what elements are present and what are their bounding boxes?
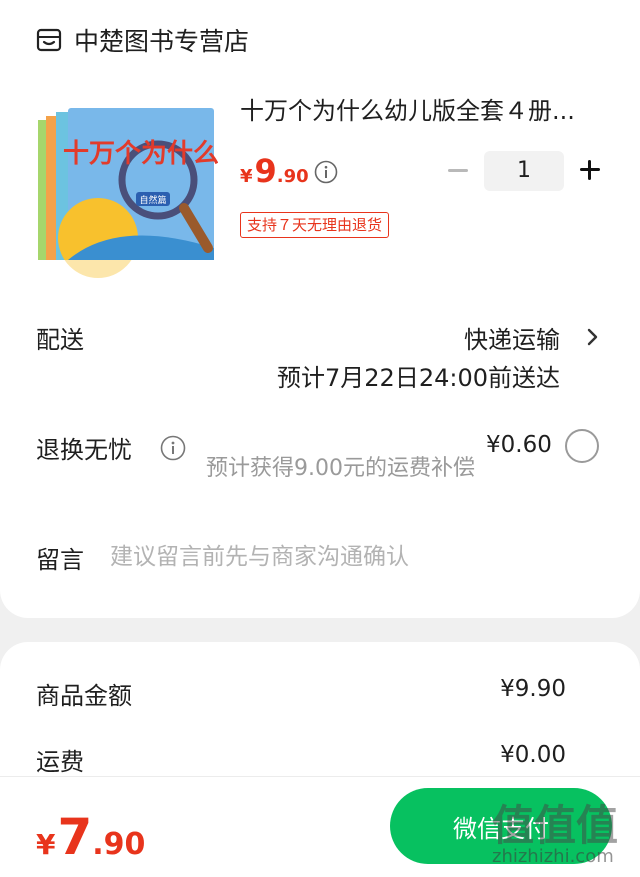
watermark-logo-text: 值值值	[492, 801, 618, 850]
total-price: ¥ 7 .90	[36, 812, 145, 862]
product-title[interactable]: 十万个为什么幼儿版全套４册...	[240, 92, 612, 130]
price-decimal: .90	[276, 166, 309, 187]
return-policy-badge: 支持７天无理由退货	[240, 212, 390, 238]
store-name: 中楚图书专营店	[74, 27, 250, 56]
goods-amount-value: ¥9.90	[500, 676, 566, 702]
return-insurance-radio[interactable]	[565, 429, 599, 463]
shipping-fee-label: 运费	[36, 748, 84, 776]
increase-quantity-button[interactable]	[576, 156, 604, 184]
minus-icon	[448, 168, 468, 172]
delivery-label: 配送	[36, 326, 84, 354]
store-row[interactable]: 中楚图书专营店	[36, 22, 249, 58]
order-card: 中楚图书专营店 十万个为什么 自然篇 十万个为什么幼儿版全套４册... ¥ 9 …	[0, 0, 640, 618]
message-input[interactable]	[108, 536, 592, 578]
total-decimal: .90	[92, 827, 146, 862]
cover-title: 十万个为什么	[63, 139, 218, 169]
product-price: ¥ 9 .90	[240, 152, 309, 190]
delivery-eta: 预计7月22日24:00前送达	[277, 364, 560, 392]
shipping-fee-value: ¥0.00	[500, 742, 566, 768]
delivery-method[interactable]: 快递运输	[464, 320, 560, 355]
return-insurance-price: ¥0.60	[486, 432, 552, 458]
return-insurance-hint: 预计获得9.00元的运费补偿	[206, 456, 475, 481]
total-integer: 7	[57, 808, 93, 866]
info-icon[interactable]	[160, 435, 186, 461]
decrease-quantity-button[interactable]	[444, 156, 472, 184]
info-icon[interactable]	[314, 160, 338, 184]
store-icon	[36, 28, 62, 52]
total-symbol: ¥	[36, 828, 56, 861]
chevron-right-icon[interactable]	[584, 324, 602, 350]
goods-amount-label: 商品金额	[36, 682, 132, 710]
price-integer: 9	[254, 152, 277, 190]
quantity-field[interactable]: 1	[484, 151, 564, 191]
product-image[interactable]: 十万个为什么 自然篇	[38, 108, 218, 278]
return-insurance-label: 退换无忧	[36, 436, 132, 464]
price-symbol: ¥	[240, 166, 253, 187]
cover-tag: 自然篇	[139, 194, 166, 206]
message-label: 留言	[36, 546, 84, 574]
watermark-text: zhizhizhi.com	[492, 846, 614, 867]
